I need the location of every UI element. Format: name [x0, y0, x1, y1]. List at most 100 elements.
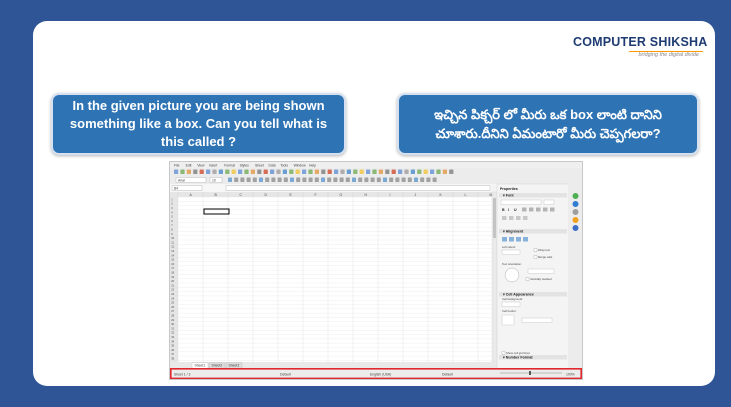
toolbar-icon[interactable]	[391, 169, 396, 175]
toolbar-icon[interactable]	[410, 169, 415, 175]
format-icon[interactable]	[370, 177, 375, 183]
toolbar-icon[interactable]	[225, 169, 230, 175]
format-icon[interactable]	[333, 177, 338, 183]
cell-background-picker[interactable]	[501, 301, 521, 307]
toolbar-icon[interactable]	[442, 169, 447, 175]
sidebar-font-icon[interactable]	[529, 207, 534, 212]
format-icon[interactable]	[339, 177, 344, 183]
toolbar-icon[interactable]	[238, 169, 243, 175]
toolbar-icon[interactable]	[430, 169, 435, 175]
format-icon[interactable]	[345, 177, 350, 183]
text-orientation-dial[interactable]	[504, 267, 520, 283]
toolbar-icon[interactable]	[212, 169, 217, 175]
format-icon[interactable]	[432, 177, 437, 183]
toolbar-icon[interactable]	[206, 169, 211, 175]
toolbar-icon[interactable]	[257, 169, 262, 175]
format-icon[interactable]	[383, 177, 387, 183]
align-icon[interactable]	[523, 237, 528, 242]
menu-edit[interactable]: Edit	[186, 164, 192, 168]
toolbar-icon[interactable]	[372, 169, 377, 175]
format-icon[interactable]	[376, 177, 381, 183]
format-icon[interactable]	[265, 177, 270, 183]
toolbar-icon[interactable]	[180, 169, 185, 175]
format-icon[interactable]	[234, 177, 239, 183]
properties-deck-icon[interactable]	[572, 193, 579, 199]
format-icon[interactable]	[389, 177, 394, 183]
toolbar-icon[interactable]	[250, 169, 255, 175]
format-icon[interactable]	[414, 177, 418, 183]
sidebar-font-icon[interactable]	[543, 207, 548, 212]
menu-sheet[interactable]: Sheet	[255, 164, 264, 168]
toolbar-icon[interactable]	[308, 169, 313, 175]
menu-styles[interactable]: Styles	[240, 164, 250, 168]
column-header-j[interactable]: J	[415, 193, 417, 197]
toolbar-icon[interactable]	[385, 169, 390, 175]
merge-cells-checkbox[interactable]	[533, 255, 538, 259]
toolbar-icon[interactable]	[366, 169, 371, 175]
vertically-stacked-checkbox[interactable]	[525, 277, 530, 281]
sidebar-style-B[interactable]: B	[502, 208, 505, 212]
border-style-picker[interactable]	[521, 317, 553, 323]
toolbar-icon[interactable]	[398, 169, 403, 175]
navigator-deck-icon[interactable]	[572, 217, 579, 223]
toolbar-icon[interactable]	[321, 169, 326, 175]
toolbar-icon[interactable]	[314, 169, 319, 175]
toolbar-icon[interactable]	[378, 169, 383, 175]
styles-deck-icon[interactable]	[572, 201, 579, 207]
toolbar-icon[interactable]	[436, 169, 441, 175]
format-icon[interactable]	[395, 177, 400, 183]
format-icon[interactable]	[321, 177, 325, 183]
toolbar-icon[interactable]	[276, 169, 281, 175]
format-icon[interactable]	[296, 177, 301, 183]
sidebar-style-I[interactable]: I	[508, 208, 509, 212]
format-icon[interactable]	[352, 177, 356, 183]
align-icon[interactable]	[502, 237, 507, 242]
toolbar-icon[interactable]	[186, 169, 191, 175]
sidebar-font-icon[interactable]	[502, 216, 507, 220]
format-icon[interactable]	[308, 177, 313, 183]
toolbar-icon[interactable]	[327, 169, 332, 175]
format-icon[interactable]	[246, 177, 251, 183]
toolbar-icon[interactable]	[417, 169, 422, 175]
format-icon[interactable]	[283, 177, 288, 183]
sidebar-font-icon[interactable]	[523, 216, 528, 220]
functions-deck-icon[interactable]	[572, 225, 579, 231]
sidebar-font-icon[interactable]	[550, 207, 555, 212]
scrollbar-thumb[interactable]	[493, 198, 496, 238]
align-icon[interactable]	[509, 237, 514, 242]
menu-window[interactable]: Window	[294, 164, 307, 168]
toolbar-icon[interactable]	[359, 169, 364, 175]
wrap-text-checkbox[interactable]	[533, 248, 538, 252]
column-header-g[interactable]: G	[340, 193, 343, 197]
sidebar-font-icon[interactable]	[509, 216, 514, 220]
format-icon[interactable]	[314, 177, 319, 183]
menu-data[interactable]: Data	[269, 164, 276, 168]
indent-spinner[interactable]	[501, 249, 521, 255]
cell-grid[interactable]	[170, 192, 492, 362]
toolbar-icon[interactable]	[289, 169, 294, 175]
format-icon[interactable]	[240, 177, 245, 183]
sidebar-font-icon[interactable]	[536, 207, 541, 212]
cell-border-picker[interactable]	[501, 314, 515, 326]
column-header-i[interactable]: I	[390, 193, 391, 197]
format-icon[interactable]	[426, 177, 431, 183]
toolbar-icon[interactable]	[174, 169, 179, 175]
zoom-slider-handle[interactable]	[529, 371, 531, 375]
format-icon[interactable]	[420, 177, 425, 183]
format-icon[interactable]	[364, 177, 369, 183]
menu-insert[interactable]: Insert	[209, 164, 218, 168]
format-icon[interactable]	[277, 177, 282, 183]
toolbar-icon[interactable]	[193, 169, 198, 175]
gallery-deck-icon[interactable]	[572, 209, 579, 215]
toolbar-icon[interactable]	[340, 169, 345, 175]
menu-view[interactable]: View	[197, 164, 205, 168]
sidebar-font-icon[interactable]	[516, 216, 521, 220]
menu-file[interactable]: File	[174, 164, 180, 168]
toolbar-icon[interactable]	[346, 169, 351, 175]
align-icon[interactable]	[516, 237, 521, 242]
toolbar-icon[interactable]	[231, 169, 236, 175]
toolbar-icon[interactable]	[404, 169, 409, 175]
toolbar-icon[interactable]	[218, 169, 223, 175]
menu-tools[interactable]: Tools	[280, 164, 288, 168]
show-grid-checkbox[interactable]	[501, 351, 506, 355]
